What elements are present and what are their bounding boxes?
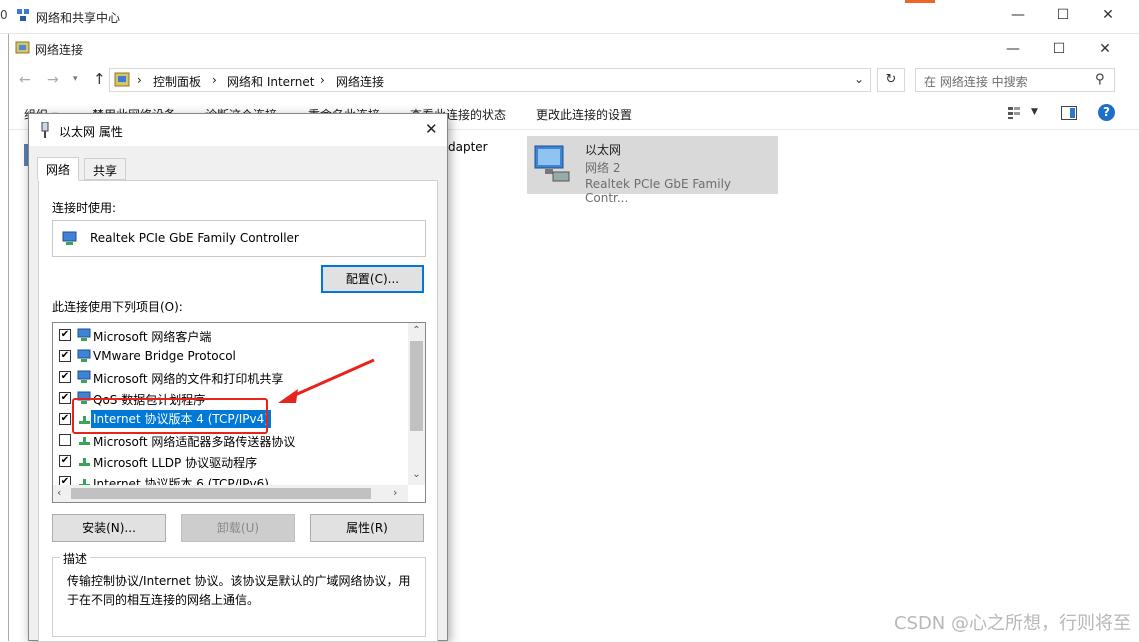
breadcrumb-separator: › <box>212 73 217 87</box>
up-arrow-icon[interactable]: ↑ <box>93 70 106 88</box>
description-legend: 描述 <box>60 550 90 567</box>
scroll-thumb[interactable] <box>410 341 423 431</box>
change-settings-command[interactable]: 更改此连接的设置 <box>536 106 632 123</box>
tab-sharing[interactable]: 共享 <box>84 158 126 180</box>
back-maximize-button[interactable]: ☐ <box>1040 0 1086 30</box>
annotation-highlight-box <box>72 398 268 434</box>
network-client-icon <box>77 349 92 363</box>
breadcrumb-network-internet[interactable]: 网络和 Internet <box>227 73 314 90</box>
checkbox[interactable]: ✔ <box>59 455 71 467</box>
back-arrow-icon[interactable]: ← <box>19 72 31 88</box>
back-window-title: 网络和共享中心 <box>36 9 120 26</box>
configure-button[interactable]: 配置(C)... <box>321 265 424 293</box>
view-options-icon[interactable] <box>1007 106 1021 120</box>
uninstall-button[interactable]: 卸载(U) <box>181 514 295 542</box>
item-label: Microsoft 网络适配器多路传送器协议 <box>93 433 295 450</box>
recent-dropdown-icon[interactable]: ▾ <box>73 74 78 84</box>
install-button[interactable]: 安装(N)... <box>52 514 166 542</box>
description-text: 传输控制协议/Internet 协议。该协议是默认的广域网络协议，用于在不同的相… <box>67 572 415 610</box>
network-client-icon <box>77 328 92 342</box>
forward-arrow-icon[interactable]: → <box>47 72 59 88</box>
horizontal-scrollbar[interactable]: ‹ › <box>53 485 408 502</box>
connect-using-label: 连接时使用: <box>52 199 116 216</box>
address-dropdown-icon[interactable]: ⌄ <box>854 72 864 86</box>
dialog-titlebar: 以太网 属性 ✕ <box>29 114 447 146</box>
device-box: Realtek PCIe GbE Family Controller <box>52 220 426 257</box>
items-label: 此连接使用下列项目(O): <box>52 298 183 315</box>
adapter-partial-text: dapter <box>448 140 488 154</box>
network-connections-icon <box>15 40 31 56</box>
adapter-name: 以太网 <box>585 141 621 158</box>
breadcrumb-separator: › <box>320 73 325 87</box>
window-title: 网络连接 <box>35 41 83 58</box>
search-input[interactable]: 在 网络连接 中搜索 <box>915 68 1115 92</box>
tab-network[interactable]: 网络 <box>37 157 79 181</box>
maximize-button[interactable]: ☐ <box>1036 34 1082 64</box>
checkbox[interactable]: ✔ <box>59 413 71 425</box>
orange-indicator <box>905 0 935 3</box>
control-panel-icon <box>114 72 130 88</box>
protocol-icon <box>77 433 92 447</box>
checkbox[interactable] <box>59 434 71 446</box>
hscroll-thumb[interactable] <box>71 488 371 499</box>
item-label: Microsoft LLDP 协议驱动程序 <box>93 454 257 471</box>
ethernet-properties-dialog: 以太网 属性 ✕ 网络 共享 连接时使用: Realtek PCIe GbE F… <box>28 113 448 641</box>
annotation-arrow <box>270 355 380 410</box>
vertical-scrollbar[interactable]: ⌃ ⌄ <box>408 323 425 485</box>
checkbox[interactable]: ✔ <box>59 371 71 383</box>
properties-button[interactable]: 属性(R) <box>310 514 424 542</box>
scroll-right-icon[interactable]: › <box>393 486 397 499</box>
ethernet-adapter-icon <box>533 142 573 186</box>
network-client-icon <box>77 370 92 384</box>
ethernet-adapter-item[interactable]: 以太网 网络 2 Realtek PCIe GbE Family Contr..… <box>527 136 778 194</box>
item-label: Microsoft 网络的文件和打印机共享 <box>93 370 283 387</box>
checkbox[interactable]: ✔ <box>59 329 71 341</box>
network-adapter-icon <box>62 231 78 246</box>
dialog-title: 以太网 属性 <box>59 123 123 140</box>
adapter-device: Realtek PCIe GbE Family Contr... <box>585 177 778 205</box>
item-label: Microsoft 网络客户端 <box>93 328 211 345</box>
address-bar[interactable]: › 控制面板 › 网络和 Internet › 网络连接 ⌄ <box>109 68 871 92</box>
preview-pane-icon[interactable] <box>1061 106 1077 120</box>
description-group: 传输控制协议/Internet 协议。该协议是默认的广域网络协议，用于在不同的相… <box>52 557 426 637</box>
watermark: CSDN @心之所想，行则将至 <box>894 609 1131 635</box>
close-button[interactable]: ✕ <box>1082 34 1128 64</box>
list-item[interactable]: ✔ Microsoft 网络客户端 <box>55 325 405 346</box>
scroll-left-icon[interactable]: ‹ <box>57 486 61 499</box>
back-minimize-button[interactable]: — <box>995 0 1041 30</box>
device-name: Realtek PCIe GbE Family Controller <box>90 231 299 245</box>
scroll-down-icon[interactable]: ⌄ <box>408 469 425 480</box>
breadcrumb-network-connections[interactable]: 网络连接 <box>336 73 384 90</box>
back-close-button[interactable]: ✕ <box>1085 0 1131 30</box>
checkbox[interactable]: ✔ <box>59 392 71 404</box>
left-edge-fragment: 0 <box>0 8 8 22</box>
view-dropdown-icon[interactable]: ▼ <box>1031 107 1038 117</box>
dialog-close-button[interactable]: ✕ <box>425 120 438 138</box>
refresh-button[interactable]: ↻ <box>877 68 905 92</box>
adapter-network: 网络 2 <box>585 159 620 176</box>
scroll-up-icon[interactable]: ⌃ <box>408 325 425 336</box>
network-center-icon <box>16 8 30 22</box>
protocol-icon <box>77 454 92 468</box>
breadcrumb-control-panel[interactable]: 控制面板 <box>153 73 201 90</box>
search-icon[interactable]: ⚲ <box>1095 72 1105 87</box>
list-item[interactable]: ✔ Microsoft LLDP 协议驱动程序 <box>55 451 405 472</box>
minimize-button[interactable]: — <box>990 34 1036 64</box>
checkbox[interactable]: ✔ <box>59 350 71 362</box>
ethernet-cable-icon <box>40 122 50 138</box>
breadcrumb-separator: › <box>137 73 142 87</box>
back-window-titlebar: 网络和共享中心 0 — ☐ ✕ <box>0 0 1139 34</box>
help-icon[interactable]: ? <box>1098 104 1115 121</box>
item-label: VMware Bridge Protocol <box>93 349 236 363</box>
